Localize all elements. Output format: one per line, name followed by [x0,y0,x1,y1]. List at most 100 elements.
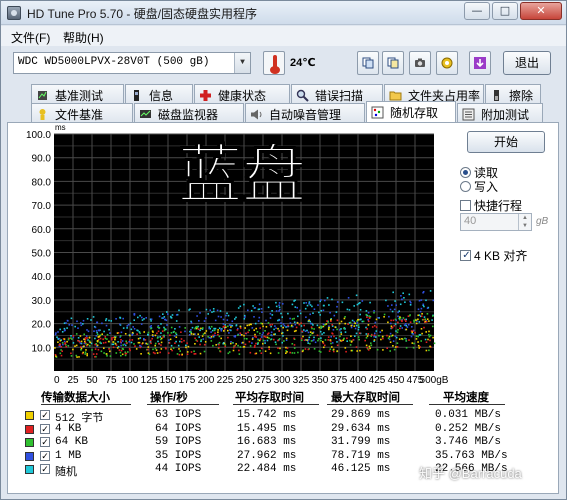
data-point [57,341,59,343]
series-visible-checkbox[interactable]: ✓ [40,410,50,420]
write-radio[interactable] [460,181,471,192]
data-point [322,342,325,345]
short-stroke-spinner[interactable]: 40 ▲ ▼ [460,213,532,231]
data-point [275,310,278,312]
data-point [244,332,247,335]
series-color-swatch [25,465,34,475]
data-point [167,313,169,315]
data-point [420,307,423,310]
data-point [397,329,399,331]
data-point [308,302,311,305]
write-radio-row[interactable]: 写入 [460,178,498,195]
data-point [285,352,287,354]
data-point [285,337,288,340]
data-point [374,336,377,338]
data-point [63,340,66,343]
data-point [237,334,239,336]
data-point [269,312,272,315]
data-point [68,324,71,326]
data-point [343,327,345,330]
data-point [165,319,168,322]
data-point [260,347,263,350]
align-4kb-row[interactable]: 4 KB 对齐 [460,247,527,264]
data-point [376,348,379,351]
short-stroke-row[interactable]: 快捷行程 [460,197,522,214]
data-point [289,351,291,354]
data-point [150,342,152,345]
data-point [417,318,419,321]
data-point [140,323,143,325]
data-point [105,324,108,327]
data-point [394,318,397,321]
data-point [433,342,436,345]
data-point [76,356,78,358]
data-point [286,347,289,349]
start-button[interactable]: 开始 [467,131,545,153]
spinner-arrows-icon[interactable]: ▲ ▼ [518,214,531,230]
data-point [72,336,75,339]
series-visible-checkbox[interactable]: ✓ [40,423,50,434]
data-point [304,330,307,332]
cell-max-access: 46.125 ms [331,463,391,476]
data-point [330,318,332,321]
data-point [85,335,88,337]
data-point [78,341,81,343]
data-point [253,346,256,348]
data-point [122,327,125,329]
short-stroke-checkbox[interactable] [460,200,471,211]
data-point [126,325,129,327]
series-visible-checkbox[interactable]: ✓ [40,464,50,475]
data-point [313,339,315,341]
data-point [94,326,97,329]
data-point [320,299,322,301]
data-point [425,349,428,352]
data-point [277,327,279,330]
data-point [224,344,227,346]
data-point [79,335,82,337]
data-point [396,331,399,334]
data-point [218,343,220,346]
data-point [280,312,282,315]
data-point [324,344,326,347]
data-point [212,344,214,347]
data-point [300,337,303,340]
data-point [271,310,273,312]
tab-random-access[interactable]: 随机存取 [366,101,456,122]
series-color-swatch [25,438,34,448]
data-point [347,323,349,325]
data-point [170,344,173,347]
data-point [167,352,170,354]
align-4kb-checkbox[interactable] [460,250,472,261]
data-point [210,331,212,333]
data-point [262,339,265,342]
data-point [308,301,311,303]
data-point [313,328,315,330]
data-point [322,325,325,328]
data-point [294,323,297,326]
data-point [244,343,247,346]
data-point [162,313,164,315]
data-point [224,345,226,348]
data-point [55,332,57,334]
cell-avg-speed: 35.763 MB/s [435,449,508,462]
cell-avg-access: 27.962 ms [237,449,297,462]
data-point [331,342,334,344]
data-point [396,342,399,344]
data-point [257,341,259,344]
data-point [119,323,121,326]
data-point [126,327,128,329]
data-point [131,339,134,341]
data-point [409,300,411,303]
data-point [270,325,272,328]
column-header-size: 传输数据大小 [41,392,110,404]
data-point [405,347,408,349]
data-point [293,344,296,346]
series-visible-checkbox[interactable]: ✓ [40,437,50,448]
data-point [103,347,105,349]
series-visible-checkbox[interactable]: ✓ [40,450,50,461]
data-point [334,326,337,328]
data-point [318,311,320,314]
data-point [145,317,147,319]
data-point [122,344,124,346]
read-radio[interactable] [460,167,471,178]
